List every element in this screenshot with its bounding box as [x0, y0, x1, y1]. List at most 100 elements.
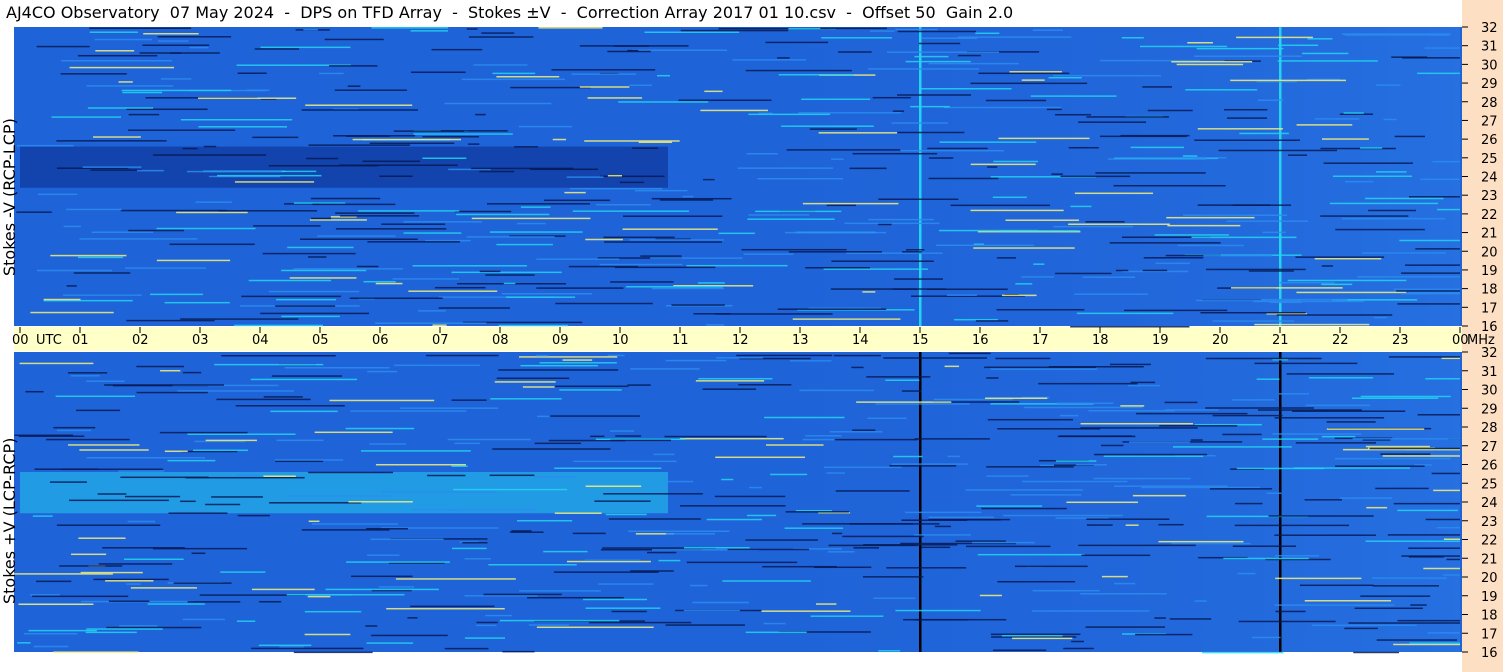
noise-streak: [161, 78, 192, 80]
noise-streak: [798, 112, 902, 114]
noise-streak: [1068, 146, 1099, 149]
noise-streak: [566, 560, 651, 563]
noise-streak: [891, 463, 968, 465]
noise-streak: [186, 170, 282, 173]
noise-streak: [1344, 627, 1378, 630]
noise-streak: [1093, 477, 1191, 480]
noise-streak: [1410, 604, 1427, 606]
noise-streak: [1081, 554, 1151, 557]
noise-streak: [555, 302, 653, 305]
noise-streak: [50, 254, 127, 257]
x-tick-label: 14: [852, 333, 869, 348]
noise-streak: [1158, 523, 1184, 526]
noise-streak: [821, 37, 892, 39]
noise-streak: [514, 146, 538, 148]
noise-streak: [1425, 518, 1460, 521]
noise-streak: [644, 31, 740, 34]
noise-streak: [823, 268, 928, 270]
noise-streak: [1206, 268, 1306, 271]
noise-streak: [1048, 76, 1082, 79]
y-tick-label: 22: [1481, 208, 1498, 223]
noise-streak: [610, 281, 674, 283]
noise-streak: [407, 617, 418, 619]
noise-streak: [1292, 410, 1406, 412]
noise-streak: [1366, 506, 1388, 509]
noise-streak: [981, 507, 1067, 510]
noise-streak: [569, 187, 663, 190]
noise-streak: [745, 631, 807, 634]
noise-streak: [311, 523, 398, 525]
noise-streak: [471, 167, 574, 170]
noise-streak: [281, 269, 367, 272]
noise-streak: [697, 282, 725, 284]
noise-streak: [1171, 542, 1251, 545]
noise-streak: [156, 227, 256, 230]
noise-streak: [19, 362, 94, 365]
noise-streak: [1287, 279, 1407, 282]
noise-streak: [978, 72, 1070, 75]
y-tick-label: 17: [1481, 301, 1498, 316]
noise-streak: [214, 363, 324, 366]
noise-streak: [454, 210, 512, 213]
noise-streak: [501, 292, 592, 295]
noise-streak: [939, 141, 1037, 143]
noise-streak: [536, 354, 549, 357]
noise-streak: [1107, 158, 1207, 160]
noise-streak: [311, 217, 332, 220]
noise-streak: [1143, 257, 1204, 259]
noise-streak: [838, 51, 872, 53]
noise-streak: [86, 380, 125, 382]
noise-streak: [93, 578, 169, 581]
noise-streak: [56, 140, 167, 142]
noise-streak: [427, 474, 466, 477]
noise-streak: [1276, 314, 1393, 316]
noise-streak: [996, 257, 1017, 259]
noise-streak: [279, 645, 305, 648]
noise-streak: [973, 247, 1075, 249]
noise-streak: [1248, 270, 1294, 272]
noise-streak: [1348, 622, 1460, 624]
noise-streak: [1314, 118, 1360, 120]
noise-streak: [1194, 600, 1207, 602]
noise-streak: [1351, 397, 1439, 399]
noise-streak: [566, 176, 604, 178]
noise-streak: [853, 547, 879, 549]
noise-streak: [17, 642, 31, 644]
y-tick-label: 32: [1481, 21, 1498, 36]
noise-streak: [431, 48, 483, 51]
noise-streak: [334, 89, 407, 91]
y-tick-label: 20: [1481, 571, 1498, 586]
noise-streak: [975, 32, 1000, 35]
noise-streak: [1274, 554, 1319, 557]
noise-streak: [1115, 269, 1129, 272]
noise-streak: [509, 531, 544, 533]
noise-streak: [1021, 276, 1054, 278]
noise-streak: [680, 505, 786, 507]
noise-streak: [761, 610, 851, 612]
noise-streak: [1424, 47, 1460, 49]
noise-streak: [76, 409, 121, 412]
noise-streak: [683, 609, 740, 612]
noise-streak: [180, 500, 196, 503]
noise-streak: [571, 73, 637, 75]
noise-streak: [611, 610, 647, 613]
noise-streak: [180, 118, 293, 121]
noise-streak: [1125, 524, 1139, 526]
noise-streak: [89, 27, 192, 29]
noise-streak: [1232, 545, 1296, 547]
noise-streak: [1135, 412, 1248, 415]
noise-streak: [1046, 108, 1062, 111]
noise-streak: [867, 68, 980, 70]
noise-streak: [818, 132, 898, 134]
noise-streak: [770, 473, 808, 476]
noise-streak: [408, 290, 498, 292]
noise-streak: [1335, 465, 1425, 467]
noise-streak: [906, 249, 925, 251]
noise-streak: [619, 181, 644, 184]
noise-streak: [518, 125, 572, 128]
noise-streak: [308, 520, 320, 523]
noise-streak: [830, 288, 947, 290]
noise-streak: [762, 565, 837, 568]
top-panel-ylabel: Stokes -V (RCP-LCP): [0, 118, 19, 276]
noise-streak: [993, 160, 1039, 163]
